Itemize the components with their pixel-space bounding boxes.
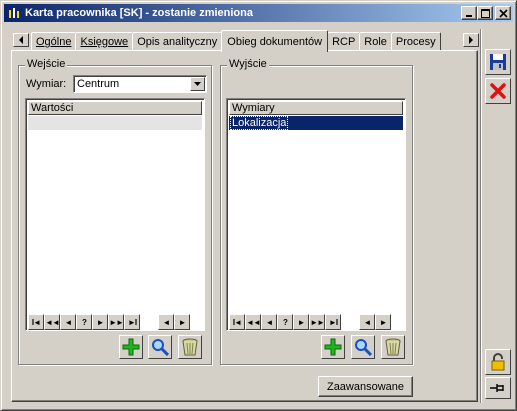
tab-ogolne[interactable]: Ogólne — [31, 32, 77, 51]
add-dimension-button[interactable] — [321, 335, 345, 359]
tab-role[interactable]: Role — [359, 32, 392, 51]
arrow-left-icon — [19, 36, 23, 44]
app-icon — [6, 5, 22, 21]
dropdown-button[interactable] — [190, 77, 205, 91]
close-button[interactable] — [495, 6, 511, 20]
maximize-button[interactable] — [477, 6, 493, 20]
list-item-empty[interactable] — [28, 116, 202, 130]
dimensions-list[interactable]: Wymiary Lokalizacja — [226, 98, 406, 331]
hscroll-left-button[interactable]: ◄ — [359, 314, 375, 330]
nav-help-button[interactable]: ? — [277, 314, 293, 330]
tab-label: RCP — [332, 36, 356, 48]
hscroll-right-button[interactable]: ► — [375, 314, 391, 330]
list-item[interactable]: Lokalizacja — [229, 116, 403, 130]
values-list-header[interactable]: Wartości — [28, 101, 202, 115]
nav-last-button[interactable]: ►I — [124, 314, 140, 330]
window-title: Karta pracownika [SK] - zostanie zmienio… — [25, 7, 253, 19]
tab-scroll-left-button[interactable] — [13, 33, 29, 47]
dimension-label: Wymiar: — [26, 78, 67, 90]
minimize-icon — [466, 15, 472, 17]
delete-value-button[interactable] — [178, 335, 202, 359]
red-x-icon — [490, 83, 506, 99]
tab-label: Księgowe — [80, 36, 129, 48]
nav-prev-page-button[interactable]: ◄◄ — [44, 314, 60, 330]
nav-next-page-button[interactable]: ►► — [309, 314, 325, 330]
plus-icon — [324, 338, 342, 356]
nav-prev-page-button[interactable]: ◄◄ — [245, 314, 261, 330]
side-separator — [480, 29, 482, 403]
dimensions-list-header[interactable]: Wymiary — [229, 101, 403, 115]
maximize-icon — [480, 8, 490, 18]
tab-ksiegowe[interactable]: Księgowe — [75, 32, 134, 51]
nav-help-button[interactable]: ? — [76, 314, 92, 330]
nav-prev-button[interactable]: ◄ — [60, 314, 76, 330]
magnifier-icon — [152, 339, 169, 356]
tab-strip: Ogólne Księgowe Opis analityczny Obieg d… — [31, 30, 441, 52]
delete-dimension-button[interactable] — [381, 335, 405, 359]
advanced-button[interactable]: Zaawansowane — [318, 376, 413, 397]
nav-next-button[interactable]: ► — [92, 314, 108, 330]
lock-button[interactable] — [485, 349, 511, 375]
input-group-label: Wejście — [25, 58, 68, 70]
dimension-select[interactable]: Centrum — [73, 75, 207, 93]
padlock-icon — [491, 353, 505, 371]
tab-procesy[interactable]: Procesy — [390, 32, 441, 51]
list-item-label: Lokalizacja — [229, 116, 289, 130]
tab-label: Procesy — [395, 36, 436, 48]
nav-first-button[interactable]: I◄ — [28, 314, 44, 330]
search-dimension-button[interactable] — [351, 335, 375, 359]
output-group-label: Wyjście — [227, 58, 269, 70]
save-button[interactable] — [485, 49, 511, 75]
tab-obieg-dokumentow[interactable]: Obieg dokumentów — [221, 30, 329, 52]
tab-label: Opis analityczny — [137, 36, 218, 48]
add-value-button[interactable] — [119, 335, 143, 359]
close-icon — [498, 8, 508, 18]
tab-label: Ogólne — [36, 36, 72, 48]
floppy-icon — [490, 54, 506, 70]
dimensions-nav-bar: I◄ ◄◄ ◄ ? ► ►► ►I ◄ ► — [229, 314, 391, 330]
magnifier-icon — [355, 339, 372, 356]
plus-icon — [122, 338, 140, 356]
trash-icon — [385, 338, 401, 356]
nav-next-page-button[interactable]: ►► — [108, 314, 124, 330]
nav-next-button[interactable]: ► — [293, 314, 309, 330]
nav-prev-button[interactable]: ◄ — [261, 314, 277, 330]
trash-icon — [182, 338, 198, 356]
cancel-button[interactable] — [485, 78, 511, 104]
values-list[interactable]: Wartości — [25, 98, 205, 331]
nav-last-button[interactable]: ►I — [325, 314, 341, 330]
hscroll-left-button[interactable]: ◄ — [158, 314, 174, 330]
advanced-button-label: Zaawansowane — [326, 380, 405, 393]
tab-label: Role — [364, 36, 387, 48]
minimize-button[interactable] — [461, 6, 477, 20]
chevron-down-icon — [194, 82, 201, 86]
title-bar[interactable]: Karta pracownika [SK] - zostanie zmienio… — [4, 4, 513, 22]
nav-first-button[interactable]: I◄ — [229, 314, 245, 330]
tab-label: Obieg dokumentów — [227, 35, 323, 48]
tab-scroll-right-button[interactable] — [463, 33, 479, 47]
hscroll-right-button[interactable]: ► — [174, 314, 190, 330]
tab-opis-analityczny[interactable]: Opis analityczny — [132, 32, 223, 51]
pin-button[interactable] — [485, 377, 511, 399]
pin-icon — [490, 384, 504, 392]
window: Karta pracownika [SK] - zostanie zmienio… — [0, 0, 517, 411]
values-nav-bar: I◄ ◄◄ ◄ ? ► ►► ►I ◄ ► — [28, 314, 190, 330]
arrow-right-icon — [469, 36, 473, 44]
dimension-value: Centrum — [77, 78, 120, 90]
tab-rcp[interactable]: RCP — [327, 32, 361, 51]
search-value-button[interactable] — [148, 335, 172, 359]
